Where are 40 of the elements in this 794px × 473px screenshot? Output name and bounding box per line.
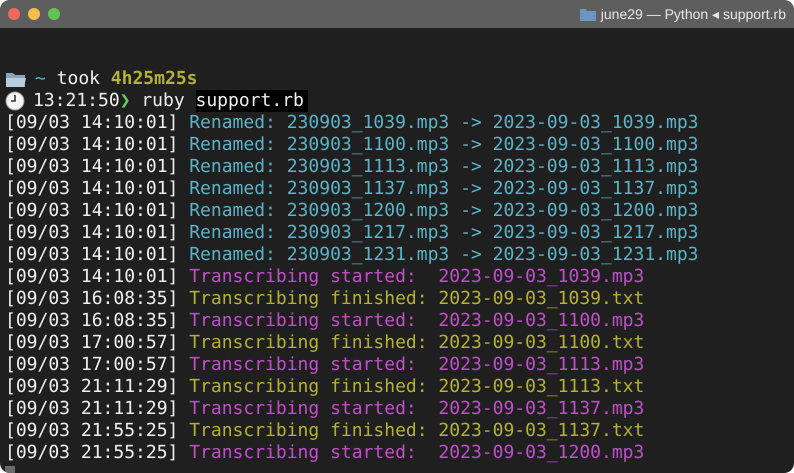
log-message: Transcribing started: 2023-09-03_1137.mp3 [189,398,644,420]
log-message: Transcribing finished: 2023-09-03_1137.txt [189,420,644,442]
log-message: Renamed: 230903_1039.mp3 -> 2023-09-03_1039.mp3 [189,112,699,134]
log-timestamp: [09/03 14:10:01] [5,266,178,288]
command-text: ruby [141,90,185,112]
log-message: Renamed: 230903_1100.mp3 -> 2023-09-03_1100.mp3 [189,134,699,156]
log-timestamp: [09/03 16:08:35] [5,310,178,332]
log-message: Transcribing finished: 2023-09-03_1039.txt [189,288,644,310]
log-message: Transcribing started: 2023-09-03_1200.mp3 [189,442,644,464]
log-timestamp: [09/03 14:10:01] [5,222,178,244]
log-message: Renamed: 230903_1231.mp3 -> 2023-09-03_1231.mp3 [189,244,699,266]
prompt-time: 13:21:50 [33,90,120,112]
log-timestamp: [09/03 21:11:29] [5,398,178,420]
log-timestamp: [09/03 14:10:01] [5,244,178,266]
prompt-symbol: ❯ [120,90,131,112]
log-timestamp: [09/03 14:10:01] [5,134,178,156]
log-message: Transcribing started: 2023-09-03_1100.mp3 [189,310,644,332]
log-timestamp: [09/03 16:08:35] [5,288,178,310]
log-timestamp: [09/03 14:10:01] [5,156,178,178]
home-directory: ~ [35,68,46,90]
log-timestamp: [09/03 14:10:01] [5,178,178,200]
log-timestamp: [09/03 14:10:01] [5,200,178,222]
log-timestamp: [09/03 17:00:57] [5,332,178,354]
command-duration: 4h25m25s [110,68,198,90]
log-message: Transcribing started: 2023-09-03_1039.mp3 [189,266,644,288]
log-message: Renamed: 230903_1137.mp3 -> 2023-09-03_1137.mp3 [189,178,699,200]
log-message: Transcribing started: 2023-09-03_1113.mp3 [189,354,644,376]
log-message: Renamed: 230903_1113.mp3 -> 2023-09-03_1113.mp3 [189,156,699,178]
window-title: june29 — Python ◂ support.rb [600,4,786,24]
log-timestamp: [09/03 14:10:01] [5,112,178,134]
log-timestamp: [09/03 21:55:25] [5,442,178,464]
log-message: Transcribing finished: 2023-09-03_1113.txt [189,376,644,398]
log-message: Transcribing finished: 2023-09-03_1100.txt [189,332,644,354]
log-timestamp: [09/03 17:00:57] [5,354,178,376]
log-message: Renamed: 230903_1217.mp3 -> 2023-09-03_1217.mp3 [189,222,699,244]
log-timestamp: [09/03 21:11:29] [5,376,178,398]
command-argument: support.rb [196,90,308,112]
duration-label: took [56,68,100,90]
log-message: Renamed: 230903_1200.mp3 -> 2023-09-03_1200.mp3 [189,200,699,222]
log-timestamp: [09/03 21:55:25] [5,420,178,442]
